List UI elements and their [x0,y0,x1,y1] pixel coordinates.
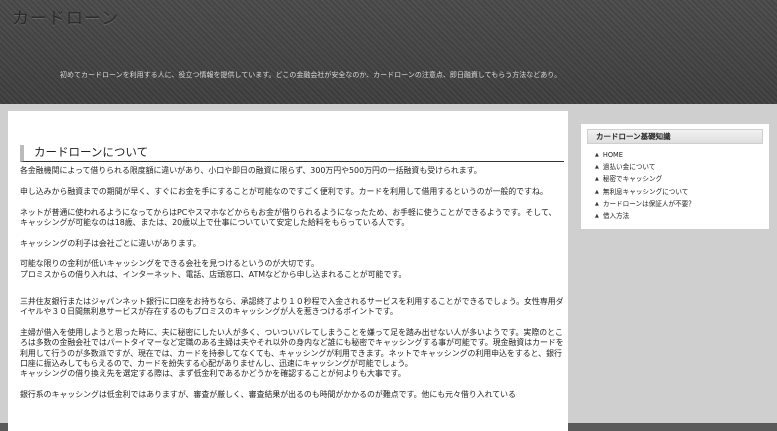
triangle-bullet-icon: ▲ [595,200,599,207]
article: カードローンについて 各金融機関によって借りられる限度額に違いがあり、小口や即日… [20,145,564,411]
sidebar-widget: カードローン基礎知識 ▲ HOME ▲ 過払い金について ▲ 秘密でキャッシング ▲ 無… [581,124,769,229]
article-paragraph: 各金融機関によって借りられる限度額に違いがあり、小口や即日の融資に限らず、300… [20,166,482,175]
sidebar-item-secret-cashing[interactable]: ▲ 秘密でキャッシング [595,173,695,185]
sidebar-item-label: 秘密でキャッシング [602,175,663,184]
article-paragraph: 主婦が借入を使用しようと思った時に、夫に秘密にしたい人が多く、ついついバレてしま… [20,328,564,379]
sidebar-item-label: HOME [602,151,623,159]
site-header: カードローン 初めてカードローンを利用する人に、役立つ情報を提供しています。どこ… [0,0,777,104]
article-heading: カードローンについて [20,145,564,162]
sidebar-nav: ▲ HOME ▲ 過払い金について ▲ 秘密でキャッシング ▲ 無利息キャッシングについ… [595,149,695,222]
main-content: カードローンについて 各金融機関によって借りられる限度額に違いがあり、小口や即日… [8,111,568,431]
sidebar-item-home[interactable]: ▲ HOME [595,149,695,161]
sidebar-item-interest-free[interactable]: ▲ 無利息キャッシングについて [595,186,695,198]
triangle-bullet-icon: ▲ [595,152,599,158]
sidebar-item-label: 過払い金について [602,163,656,172]
triangle-bullet-icon: ▲ [595,212,599,219]
site-tagline: 初めてカードローンを利用する人に、役立つ情報を提供しています。どこの金融会社が安… [60,71,562,79]
sidebar-item-borrowing-method[interactable]: ▲ 借入方法 [595,210,695,222]
article-paragraph: ネットが普通に使われるようになってからはPCやスマホなどからもお金が借りられるよ… [20,207,557,227]
triangle-bullet-icon: ▲ [595,176,599,183]
triangle-bullet-icon: ▲ [595,164,599,171]
article-paragraph: 申し込みから融資までの期間が早く、すぐにお金を手にすることが可能なのですごく便利… [20,186,548,196]
sidebar-heading: カードローン基礎知識 [587,129,763,144]
article-paragraph: キャッシングの利子は会社ごとに違いがあります。 [20,238,201,248]
article-paragraph: 可能な限りの金利が低いキャッシングをできる会社を見つけるというのが大切です。 プ… [20,259,407,279]
sidebar-item-label: 無利息キャッシングについて [602,187,689,196]
triangle-bullet-icon: ▲ [595,188,599,195]
site-title[interactable]: カードローン [12,4,119,29]
sidebar-item-overpayment[interactable]: ▲ 過払い金について [595,161,695,173]
sidebar-item-label: 借入方法 [602,211,630,220]
article-paragraph: 三井住友銀行またはジャパンネット銀行に口座をお持ちなら、承認終了より１０秒程で入… [20,297,564,317]
article-paragraph: 銀行系のキャッシングは低金利ではありますが、審査が厳しく、審査結果が出るのも時間… [20,390,516,400]
sidebar-item-no-guarantor[interactable]: ▲ カードローンは保証人が不要？ [595,198,695,210]
sidebar-item-label: カードローンは保証人が不要？ [602,199,695,208]
